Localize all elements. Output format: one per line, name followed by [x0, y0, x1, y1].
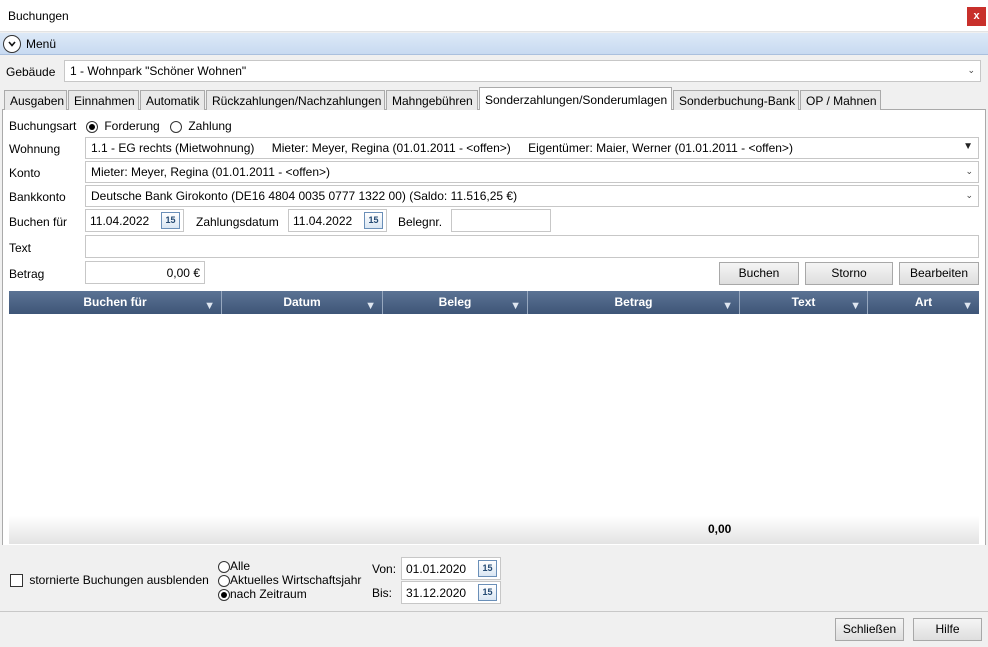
grid-header: Buchen für ▼ Datum ▼ Beleg ▼ Betrag ▼ Te…: [9, 291, 979, 314]
bankkonto-label: Bankkonto: [9, 190, 66, 204]
window-title: Buchungen: [8, 9, 69, 23]
bankkonto-select[interactable]: Deutsche Bank Girokonto (DE16 4804 0035 …: [85, 185, 979, 207]
radio-forderung-label: Forderung: [104, 119, 160, 133]
calendar-icon[interactable]: 15: [478, 584, 497, 601]
radio-button[interactable]: [218, 560, 230, 573]
menu-bar[interactable]: [0, 33, 988, 55]
radio-button[interactable]: [218, 574, 230, 587]
column-header-beleg[interactable]: Beleg ▼: [383, 291, 528, 314]
betrag-total: 0,00: [708, 522, 732, 536]
text-label: Text: [9, 241, 32, 255]
column-header-label: Beleg: [438, 295, 472, 309]
bankkonto-value: Deutsche Bank Girokonto (DE16 4804 0035 …: [91, 189, 518, 203]
gebaeude-value: 1 - Wohnpark "Schöner Wohnen": [70, 64, 247, 78]
column-header-text[interactable]: Text ▼: [740, 291, 868, 314]
chevron-down-icon[interactable]: [3, 35, 21, 53]
betrag-input[interactable]: 0,00 €: [85, 261, 205, 284]
buchen-button[interactable]: Buchen: [719, 262, 799, 285]
calendar-icon[interactable]: 15: [364, 212, 383, 229]
column-header-buchen-fuer[interactable]: Buchen für ▼: [9, 291, 222, 314]
tab-sonderzahlungen[interactable]: Sonderzahlungen/Sonderumlagen: [479, 87, 672, 110]
dropdown-arrow-icon: ▼: [963, 141, 973, 152]
betrag-label: Betrag: [9, 267, 45, 281]
konto-select[interactable]: Mieter: Meyer, Regina (01.01.2011 - <off…: [85, 161, 979, 183]
grid-body[interactable]: [9, 314, 979, 516]
tab-ausgaben[interactable]: Ausgaben: [4, 90, 67, 110]
column-header-label: Art: [914, 295, 933, 309]
hilfe-button[interactable]: Hilfe: [913, 618, 982, 641]
chevron-down-icon: ⌄: [967, 65, 975, 75]
konto-value: Mieter: Meyer, Regina (01.01.2011 - <off…: [91, 165, 331, 179]
radio-button[interactable]: [218, 588, 230, 601]
zahlungsdatum-label: Zahlungsdatum: [196, 215, 279, 229]
bis-value: 31.12.2020: [406, 586, 467, 600]
tab-op-mahnen[interactable]: OP / Mahnen: [800, 90, 881, 110]
menu-label[interactable]: Menü: [26, 37, 56, 51]
schliessen-button[interactable]: Schließen: [835, 618, 904, 641]
range-option-label: Alle: [230, 559, 251, 573]
radio-zahlung-label: Zahlung: [188, 119, 232, 133]
checkbox[interactable]: [10, 574, 23, 588]
radio-button[interactable]: [86, 120, 98, 133]
radio-zahlung[interactable]: Zahlung: [170, 119, 232, 133]
betrag-value: 0,00 €: [166, 266, 200, 280]
text-input[interactable]: [85, 235, 979, 258]
wohnung-label: Wohnung: [9, 142, 61, 156]
gebaeude-select[interactable]: 1 - Wohnpark "Schöner Wohnen" ⌄: [64, 60, 981, 82]
wohnung-select[interactable]: 1.1 - EG rechts (Mietwohnung) Mieter: Me…: [85, 137, 979, 159]
bis-label: Bis:: [372, 586, 393, 600]
column-header-label: Datum: [283, 295, 321, 309]
column-header-label: Buchen für: [83, 295, 147, 309]
storno-button[interactable]: Storno: [805, 262, 893, 285]
range-option-label: nach Zeitraum: [230, 587, 307, 601]
chevron-down-icon: ⌄: [965, 190, 973, 200]
wohnung-mieter: Mieter: Meyer, Regina (01.01.2011 - <off…: [271, 141, 511, 155]
tab-automatik[interactable]: Automatik: [140, 90, 205, 110]
von-date-input[interactable]: 01.01.2020 15: [401, 557, 501, 580]
calendar-icon[interactable]: 15: [478, 560, 497, 577]
radio-forderung[interactable]: Forderung: [86, 119, 160, 133]
tab-einnahmen[interactable]: Einnahmen: [68, 90, 139, 110]
range-option-wirtschaftsjahr[interactable]: Aktuelles Wirtschaftsjahr: [218, 573, 361, 587]
grid-summary-row: [9, 516, 979, 544]
wohnung-eigentuemer: Eigentümer: Maier, Werner (01.01.2011 - …: [528, 141, 793, 155]
hide-storno-checkbox[interactable]: stornierte Buchungen ausblenden: [10, 573, 209, 588]
footer-separator: [0, 611, 988, 612]
konto-label: Konto: [9, 166, 41, 180]
range-option-zeitraum[interactable]: nach Zeitraum: [218, 587, 307, 601]
von-label: Von:: [372, 562, 397, 576]
column-header-datum[interactable]: Datum ▼: [222, 291, 383, 314]
von-value: 01.01.2020: [406, 562, 467, 576]
zahlungsdatum-date-input[interactable]: 11.04.2022 15: [288, 209, 387, 232]
column-header-label: Text: [791, 295, 816, 309]
bis-date-input[interactable]: 31.12.2020 15: [401, 581, 501, 604]
column-header-betrag[interactable]: Betrag ▼: [528, 291, 740, 314]
chevron-down-icon: ⌄: [965, 166, 973, 176]
buchen-fuer-value: 11.04.2022: [90, 214, 150, 228]
column-header-label: Betrag: [614, 295, 653, 309]
bearbeiten-button[interactable]: Bearbeiten: [899, 262, 979, 285]
wohnung-value: 1.1 - EG rechts (Mietwohnung): [91, 141, 255, 155]
gebaeude-label: Gebäude: [6, 65, 56, 79]
zahlungsdatum-value: 11.04.2022: [293, 214, 353, 228]
buchungsart-label: Buchungsart: [9, 119, 77, 133]
tab-sonderbuchung-bank[interactable]: Sonderbuchung-Bank: [673, 90, 799, 110]
tab-rueckzahlungen[interactable]: Rückzahlungen/Nachzahlungen: [206, 90, 385, 110]
tab-mahngebuehren[interactable]: Mahngebühren: [386, 90, 478, 110]
radio-button[interactable]: [170, 120, 182, 133]
hide-storno-label: stornierte Buchungen ausblenden: [29, 573, 209, 587]
title-bar: [0, 0, 988, 32]
range-option-alle[interactable]: Alle: [218, 559, 250, 573]
calendar-icon[interactable]: 15: [161, 212, 180, 229]
range-option-label: Aktuelles Wirtschaftsjahr: [230, 573, 362, 587]
buchen-fuer-date-input[interactable]: 11.04.2022 15: [85, 209, 184, 232]
buchen-fuer-label: Buchen für: [9, 215, 68, 229]
column-header-art[interactable]: Art ▼: [868, 291, 979, 314]
belegnr-input[interactable]: [451, 209, 551, 232]
close-button[interactable]: x: [967, 7, 986, 26]
belegnr-label: Belegnr.: [398, 215, 443, 229]
